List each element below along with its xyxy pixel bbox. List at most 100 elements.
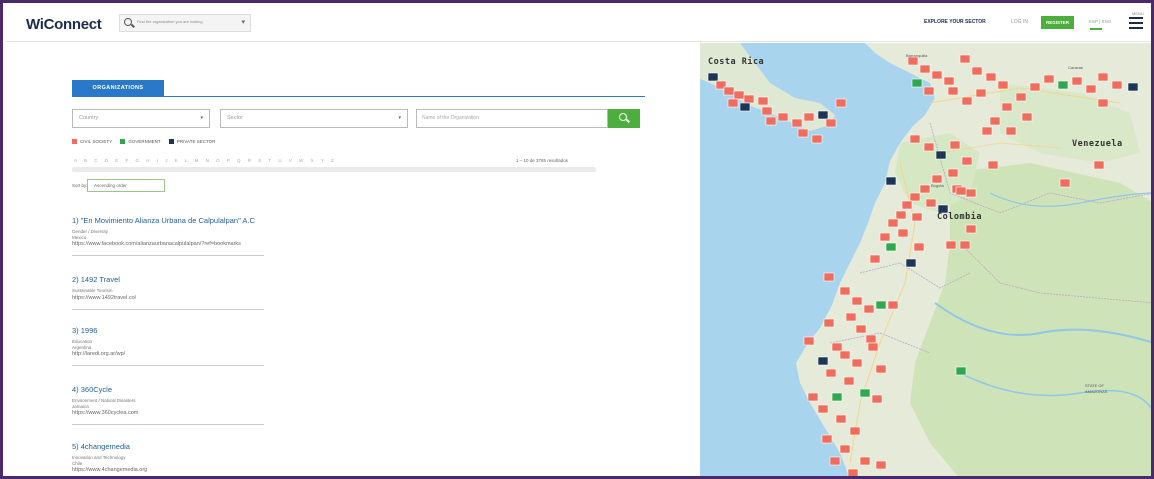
map-pin[interactable] [955, 186, 967, 196]
map-pin[interactable] [847, 468, 859, 477]
organization-title[interactable]: 3) 1996 [72, 326, 372, 335]
map-pin[interactable] [869, 254, 881, 264]
organization-url[interactable]: https://www.facebook.com/alianzaurbanaca… [72, 241, 372, 247]
map-pin[interactable] [733, 90, 745, 100]
map-pin[interactable] [727, 98, 739, 108]
map-pin[interactable] [831, 342, 843, 352]
map-pin[interactable] [803, 112, 815, 122]
map-pin[interactable] [831, 392, 843, 402]
map-pin[interactable] [923, 86, 935, 96]
tab-organizations[interactable]: ORGANIZATIONS [72, 80, 164, 96]
map-pin[interactable] [955, 366, 967, 376]
hamburger-menu-icon[interactable] [1129, 17, 1143, 31]
map-pin[interactable] [959, 240, 971, 250]
organization-list-item[interactable]: 4) 360Cycle Environment / Natural Disast… [72, 385, 372, 425]
map-pin[interactable] [1097, 98, 1109, 108]
organization-url[interactable]: http://laredi.org.ar/wp/ [72, 351, 372, 357]
country-select[interactable]: Country ▾ [72, 109, 210, 128]
map-pin[interactable] [997, 80, 1009, 90]
map-pin[interactable] [807, 392, 819, 402]
language-switch[interactable]: ESP | ENG [1089, 19, 1111, 24]
map-pin[interactable] [923, 142, 935, 152]
map-pin[interactable] [825, 368, 837, 378]
map-pin[interactable] [1005, 126, 1017, 136]
map-pin[interactable] [909, 134, 921, 144]
map-pin[interactable] [925, 198, 937, 208]
map-pin[interactable] [1057, 80, 1069, 90]
organizations-map[interactable]: Costa Rica Venezuela Colombia STATE OF A… [700, 43, 1154, 479]
map-pin[interactable] [1071, 76, 1083, 86]
map-pin[interactable] [859, 456, 871, 466]
map-pin[interactable] [821, 434, 833, 444]
global-search-input[interactable]: Find the organization you are looking ▾ [119, 14, 251, 32]
map-pin[interactable] [867, 342, 879, 352]
map-pin[interactable] [887, 218, 899, 228]
alphabet-filter[interactable]: A B C D E F G H I J K L M N O P Q R S T … [74, 158, 434, 163]
map-pin[interactable] [987, 160, 999, 170]
map-pin[interactable] [1097, 72, 1109, 82]
map-pin[interactable] [839, 444, 851, 454]
map-canvas[interactable] [700, 43, 1154, 479]
map-pin[interactable] [803, 336, 815, 346]
map-pin[interactable] [757, 96, 769, 106]
organization-url[interactable]: https://www.1492travel.co/ [72, 295, 372, 301]
map-pin[interactable] [911, 78, 923, 88]
map-pin[interactable] [791, 118, 803, 128]
map-pin[interactable] [1093, 160, 1105, 170]
map-pin[interactable] [739, 102, 751, 112]
map-pin[interactable] [975, 88, 987, 98]
map-pin[interactable] [931, 174, 943, 184]
map-pin[interactable] [743, 94, 755, 104]
organization-list-item[interactable]: 1) "En Movimiento Alianza Urbana de Calp… [72, 216, 372, 256]
map-pin[interactable] [839, 350, 851, 360]
map-pin[interactable] [965, 188, 977, 198]
map-pin[interactable] [811, 134, 823, 144]
map-pin[interactable] [817, 404, 829, 414]
map-pin[interactable] [863, 304, 875, 314]
map-pin[interactable] [879, 232, 891, 242]
organization-list-item[interactable]: 3) 1996 Education Argentina http://laredi… [72, 326, 372, 366]
map-pin[interactable] [909, 192, 921, 202]
organization-list-item[interactable]: 2) 1492 Travel Sustainable Tourism https… [72, 275, 372, 310]
organization-title[interactable]: 5) 4changemedia [72, 442, 372, 451]
map-pin[interactable] [901, 200, 913, 210]
map-pin[interactable] [961, 96, 973, 106]
map-pin[interactable] [985, 72, 997, 82]
map-pin[interactable] [959, 54, 971, 64]
map-pin[interactable] [797, 128, 809, 138]
map-pin[interactable] [761, 106, 773, 116]
map-pin[interactable] [965, 224, 977, 234]
map-pin[interactable] [875, 364, 887, 374]
nav-explore-sector[interactable]: EXPLORE YOUR SECTOR [924, 19, 986, 25]
organization-url[interactable]: https://www.4changemedia.org [72, 467, 372, 473]
map-pin[interactable] [895, 210, 907, 220]
sector-select[interactable]: Sector ▾ [220, 109, 408, 128]
map-pin[interactable] [871, 394, 883, 404]
organization-title[interactable]: 1) "En Movimiento Alianza Urbana de Calp… [72, 216, 372, 225]
map-pin[interactable] [849, 426, 861, 436]
map-pin[interactable] [1085, 84, 1097, 94]
map-pin[interactable] [905, 258, 917, 268]
map-pin[interactable] [945, 240, 957, 250]
map-pin[interactable] [875, 460, 887, 470]
map-pin[interactable] [947, 86, 959, 96]
map-pin[interactable] [835, 98, 847, 108]
map-pin[interactable] [817, 356, 829, 366]
logo[interactable]: WiConnect [26, 16, 102, 33]
map-pin[interactable] [723, 86, 735, 96]
map-pin[interactable] [829, 456, 841, 466]
map-pin[interactable] [777, 112, 789, 122]
search-button[interactable] [608, 109, 640, 128]
map-pin[interactable] [981, 126, 993, 136]
map-pin[interactable] [911, 212, 923, 222]
map-pin[interactable] [839, 286, 851, 296]
map-pin[interactable] [851, 296, 863, 306]
map-pin[interactable] [707, 72, 719, 82]
organization-url[interactable]: https://www.360cyclea.com [72, 410, 372, 416]
map-pin[interactable] [907, 56, 919, 66]
nav-login[interactable]: LOG IN [1011, 19, 1028, 25]
sort-order-select[interactable]: Ascending order [87, 179, 165, 192]
map-pin[interactable] [845, 312, 857, 322]
map-pin[interactable] [897, 228, 909, 238]
map-pin[interactable] [1127, 82, 1139, 92]
